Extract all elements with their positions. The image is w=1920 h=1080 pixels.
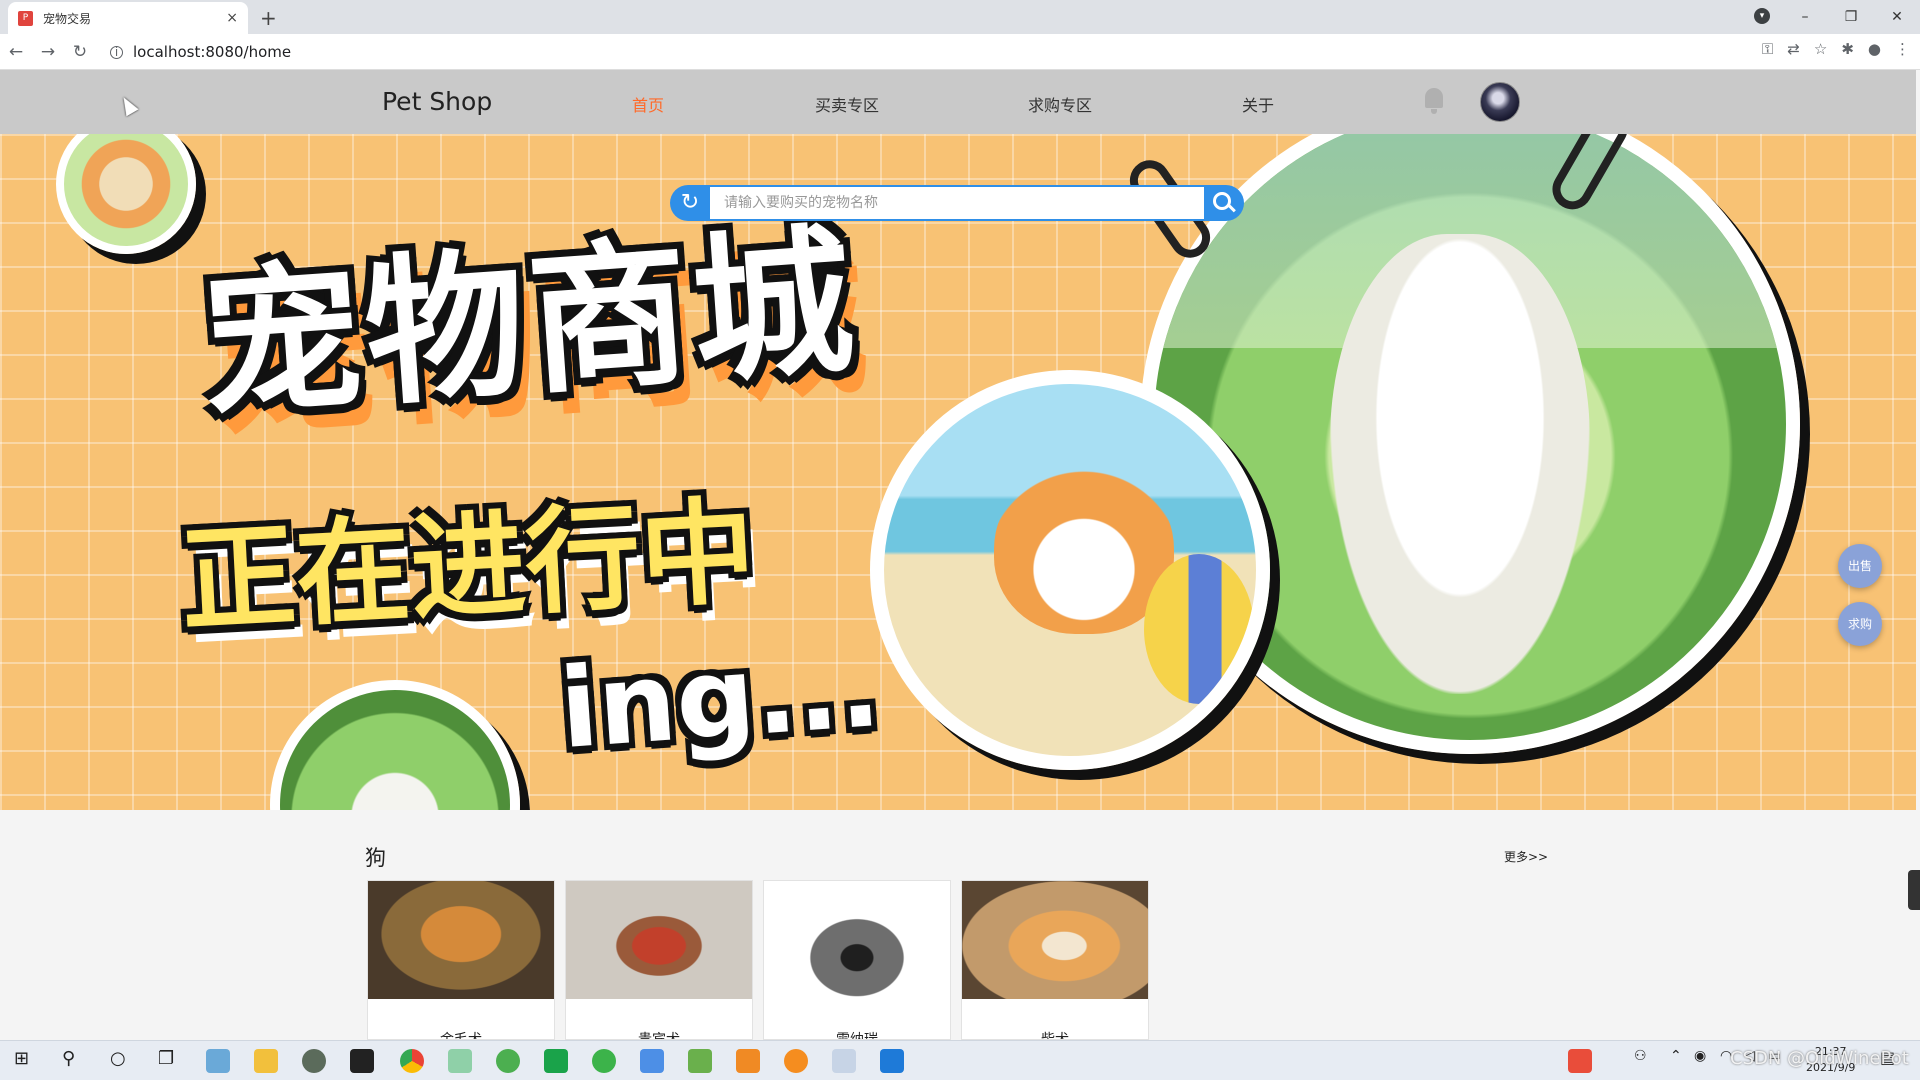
refresh-icon[interactable]: ↻ [670, 185, 710, 221]
translate-icon[interactable]: ⇄ [1787, 40, 1800, 58]
extensions-icon[interactable]: ✱ [1841, 40, 1854, 58]
app-icon[interactable] [206, 1049, 230, 1073]
site-info-icon[interactable]: i [110, 45, 123, 59]
address-bar: ← → ↻ i localhost:8080/home ⚿ ⇄ ☆ ✱ ● ⋮ [0, 34, 1920, 70]
person-icon[interactable]: ⚇ [1634, 1048, 1647, 1064]
hbuilder-icon[interactable] [544, 1049, 568, 1073]
app-icon[interactable] [496, 1049, 520, 1073]
sell-button[interactable]: 出售 [1838, 544, 1882, 588]
nav-trade[interactable]: 买卖专区 [815, 92, 879, 116]
key-icon[interactable]: ⚿ [1762, 40, 1773, 58]
pet-card[interactable]: 雪纳瑞 [763, 880, 951, 1040]
minimize-button[interactable]: – [1782, 9, 1828, 25]
new-tab-button[interactable]: + [260, 6, 277, 30]
cortana-icon[interactable]: ○ [110, 1048, 126, 1069]
app-icon[interactable] [640, 1049, 664, 1073]
scroll-side-tab[interactable] [1908, 870, 1920, 910]
avatar[interactable] [1480, 82, 1520, 122]
pet-photo [368, 881, 554, 999]
star-icon[interactable]: ☆ [1814, 40, 1827, 58]
hero-banner[interactable]: 宠物商城 正在进行中 ing... ↻ 出售 求购 [0, 134, 1916, 810]
app-icon[interactable] [784, 1049, 808, 1073]
app-icon[interactable] [832, 1049, 856, 1073]
hero-tail: ing... [555, 622, 885, 774]
app-icon[interactable] [448, 1049, 472, 1073]
recorder-icon[interactable] [350, 1049, 374, 1073]
nav-wanted[interactable]: 求购专区 [1028, 92, 1092, 116]
chrome-icon[interactable] [400, 1049, 424, 1073]
buy-request-button[interactable]: 求购 [1838, 602, 1882, 646]
pet-card[interactable]: 贵宾犬 [565, 880, 753, 1040]
pet-card[interactable]: 柴犬 [961, 880, 1149, 1040]
app-icon[interactable] [592, 1049, 616, 1073]
app-icon[interactable] [736, 1049, 760, 1073]
browser-tab[interactable]: P 宠物交易 × [8, 2, 248, 34]
tab-title: 宠物交易 [43, 11, 92, 26]
nav-home[interactable]: 首页 [632, 92, 664, 116]
small-corgi-circle [56, 134, 196, 254]
profile-icon[interactable]: ● [1868, 40, 1881, 58]
omnibox[interactable]: i localhost:8080/home [110, 38, 1730, 66]
small-samoyed-circle [270, 680, 520, 810]
reload-button[interactable]: ↻ [64, 42, 96, 62]
app-icon[interactable] [880, 1049, 904, 1073]
pet-name: 贵宾犬 [638, 1032, 680, 1040]
pet-photo [962, 881, 1148, 999]
search-input[interactable] [708, 185, 1208, 221]
window-controls: – ❐ ✕ [1782, 0, 1920, 34]
search-bar: ↻ [670, 185, 1244, 221]
qq-icon[interactable]: ◉ [1694, 1048, 1706, 1064]
site-header: Pet Shop 首页 买卖专区 求购专区 关于 [0, 70, 1916, 134]
chevron-up-icon[interactable]: ⌃ [1670, 1048, 1682, 1064]
menu-icon[interactable]: ⋮ [1895, 40, 1910, 58]
nav-about[interactable]: 关于 [1242, 92, 1274, 116]
file-explorer-icon[interactable] [254, 1049, 278, 1073]
more-link[interactable]: 更多>> [1504, 848, 1548, 865]
section-title: 狗 [365, 846, 386, 870]
notepad-icon[interactable] [688, 1049, 712, 1073]
browser-toolbar: ⚿ ⇄ ☆ ✱ ● ⋮ [1762, 40, 1910, 58]
browser-tab-bar: P 宠物交易 × + ▾ – ❐ ✕ [0, 0, 1920, 34]
windows-start-icon[interactable]: ⊞ [14, 1048, 29, 1069]
pet-card[interactable]: 金毛犬 [367, 880, 555, 1040]
tab-close-button[interactable]: × [226, 10, 238, 26]
ime-icon[interactable] [1568, 1049, 1592, 1073]
search-button[interactable] [1204, 185, 1244, 221]
beach-ball [1144, 554, 1254, 704]
pet-photo [566, 881, 752, 999]
close-window-button[interactable]: ✕ [1874, 9, 1920, 25]
pet-name: 金毛犬 [440, 1032, 482, 1040]
search-icon[interactable]: ⚲ [62, 1048, 75, 1069]
forward-button[interactable]: → [32, 42, 64, 62]
corgi-illustration [870, 370, 1270, 770]
app-icon[interactable] [302, 1049, 326, 1073]
task-view-icon[interactable]: ❐ [158, 1048, 174, 1069]
hero-subtitle: 正在进行中 [177, 485, 759, 649]
taskbar: ⊞ ⚲ ○ ❐ ⚇ ⌃ ◉ ◠ ◁ ▭ 21:37 2021/9/9 ▤ [0, 1040, 1920, 1080]
pet-photo [764, 881, 950, 999]
watermark: CSDN @OldWinePot [1730, 1048, 1909, 1069]
pet-name: 柴犬 [1041, 1032, 1069, 1040]
brand-logo[interactable]: Pet Shop [382, 87, 492, 116]
url-text[interactable]: localhost:8080/home [133, 43, 291, 61]
favicon-icon: P [18, 10, 33, 26]
samoyed-figure [1330, 234, 1590, 694]
pet-name: 雪纳瑞 [836, 1032, 878, 1040]
restore-button[interactable]: ❐ [1828, 9, 1874, 25]
back-button[interactable]: ← [0, 42, 32, 62]
bell-icon[interactable] [1422, 88, 1446, 114]
tab-search-icon[interactable]: ▾ [1754, 8, 1770, 24]
